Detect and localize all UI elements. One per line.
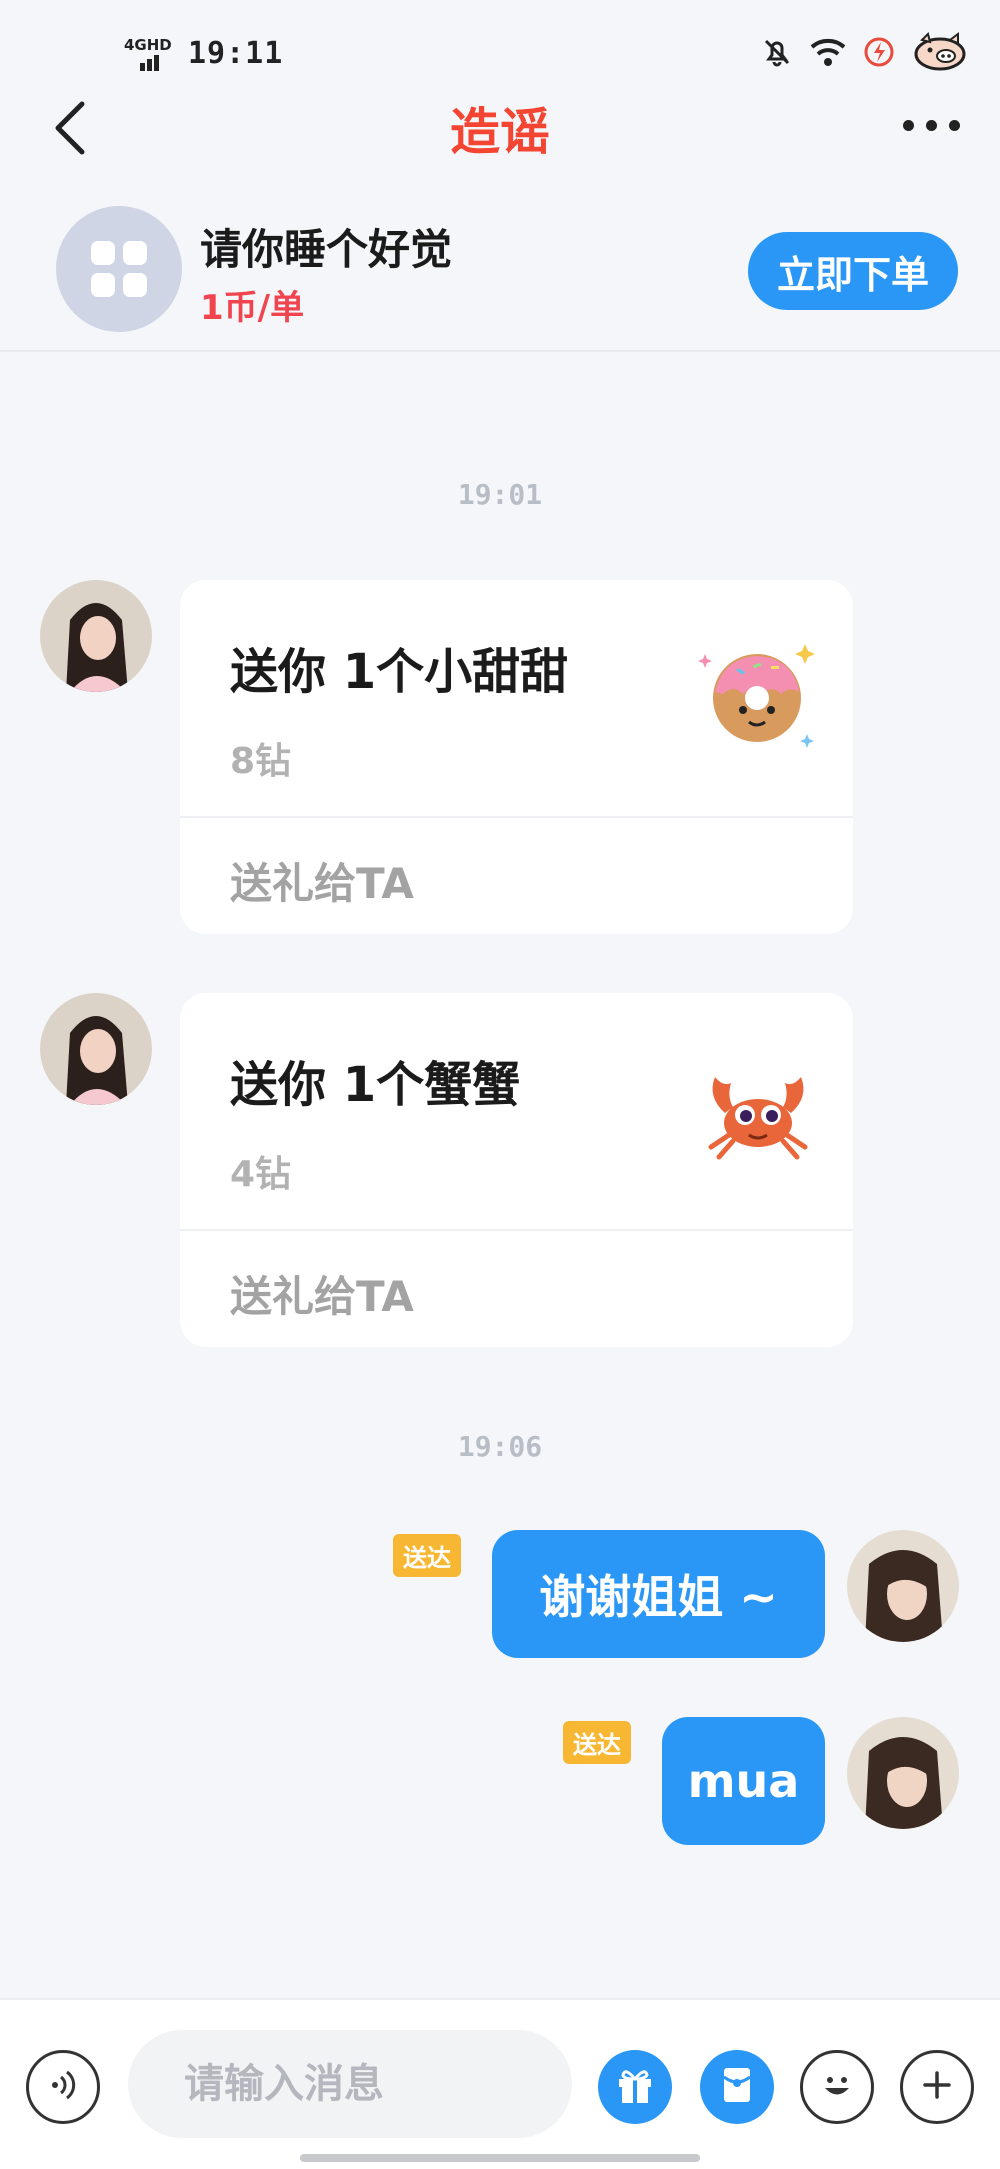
delivered-tag: 送达 [563,1721,631,1764]
gift-title: 送你 1个小甜甜 [230,644,569,700]
gift-button[interactable] [598,2050,672,2124]
pig-mascot-icon [910,32,970,72]
red-packet-icon [715,2063,759,2111]
send-gift-link[interactable]: 送礼给TA [230,1263,414,1324]
status-icons [760,30,970,74]
service-order-bar: 请你睡个好觉 1币/单 立即下单 [0,200,1000,352]
battery-saver-icon [862,35,896,69]
service-price: 1币/单 [200,288,305,328]
gift-box-icon [613,2063,657,2111]
message-bubble[interactable]: mua [662,1717,825,1845]
status-bar: 4GHD 19:11 [0,0,1000,100]
input-toolbar [0,1998,1000,2169]
page-title: 造谣 [450,103,550,161]
my-avatar[interactable] [847,1530,959,1642]
delivered-tag: 送达 [393,1534,461,1577]
status-time: 19:11 [188,36,284,71]
voice-icon [43,2065,83,2109]
chat-timestamp: 19:01 [457,478,543,511]
red-packet-button[interactable] [700,2050,774,2124]
gift-card: 送你 1个蟹蟹 4钻 送礼给TA [180,993,853,1347]
plus-icon [917,2065,957,2109]
voice-button[interactable] [26,2050,100,2124]
crab-gift-icon [693,1043,823,1173]
mute-bell-icon [760,35,794,69]
my-avatar[interactable] [847,1717,959,1829]
signal-icon [140,52,161,71]
friend-avatar[interactable] [40,580,152,692]
order-now-button[interactable]: 立即下单 [748,232,958,310]
card-divider [180,1229,853,1231]
donut-gift-icon [693,630,823,760]
service-title: 请你睡个好觉 [200,225,453,274]
message-bubble[interactable]: 谢谢姐姐 ~ [492,1530,825,1658]
card-divider [180,816,853,818]
more-options-icon[interactable] [903,120,960,131]
gift-price: 4钻 [230,1154,292,1195]
chat-timestamp: 19:06 [457,1430,543,1463]
more-actions-button[interactable] [900,2050,974,2124]
home-indicator[interactable] [300,2154,700,2162]
service-grid-icon [56,206,182,332]
friend-avatar[interactable] [40,993,152,1105]
wifi-icon [808,35,848,69]
gift-price: 8钻 [230,741,292,782]
message-input[interactable] [128,2030,572,2138]
send-gift-link[interactable]: 送礼给TA [230,850,414,911]
emoji-button[interactable] [800,2050,874,2124]
gift-card: 送你 1个小甜甜 8钻 送礼给TA [180,580,853,934]
gift-title: 送你 1个蟹蟹 [230,1057,521,1113]
smiley-icon [813,2061,861,2113]
